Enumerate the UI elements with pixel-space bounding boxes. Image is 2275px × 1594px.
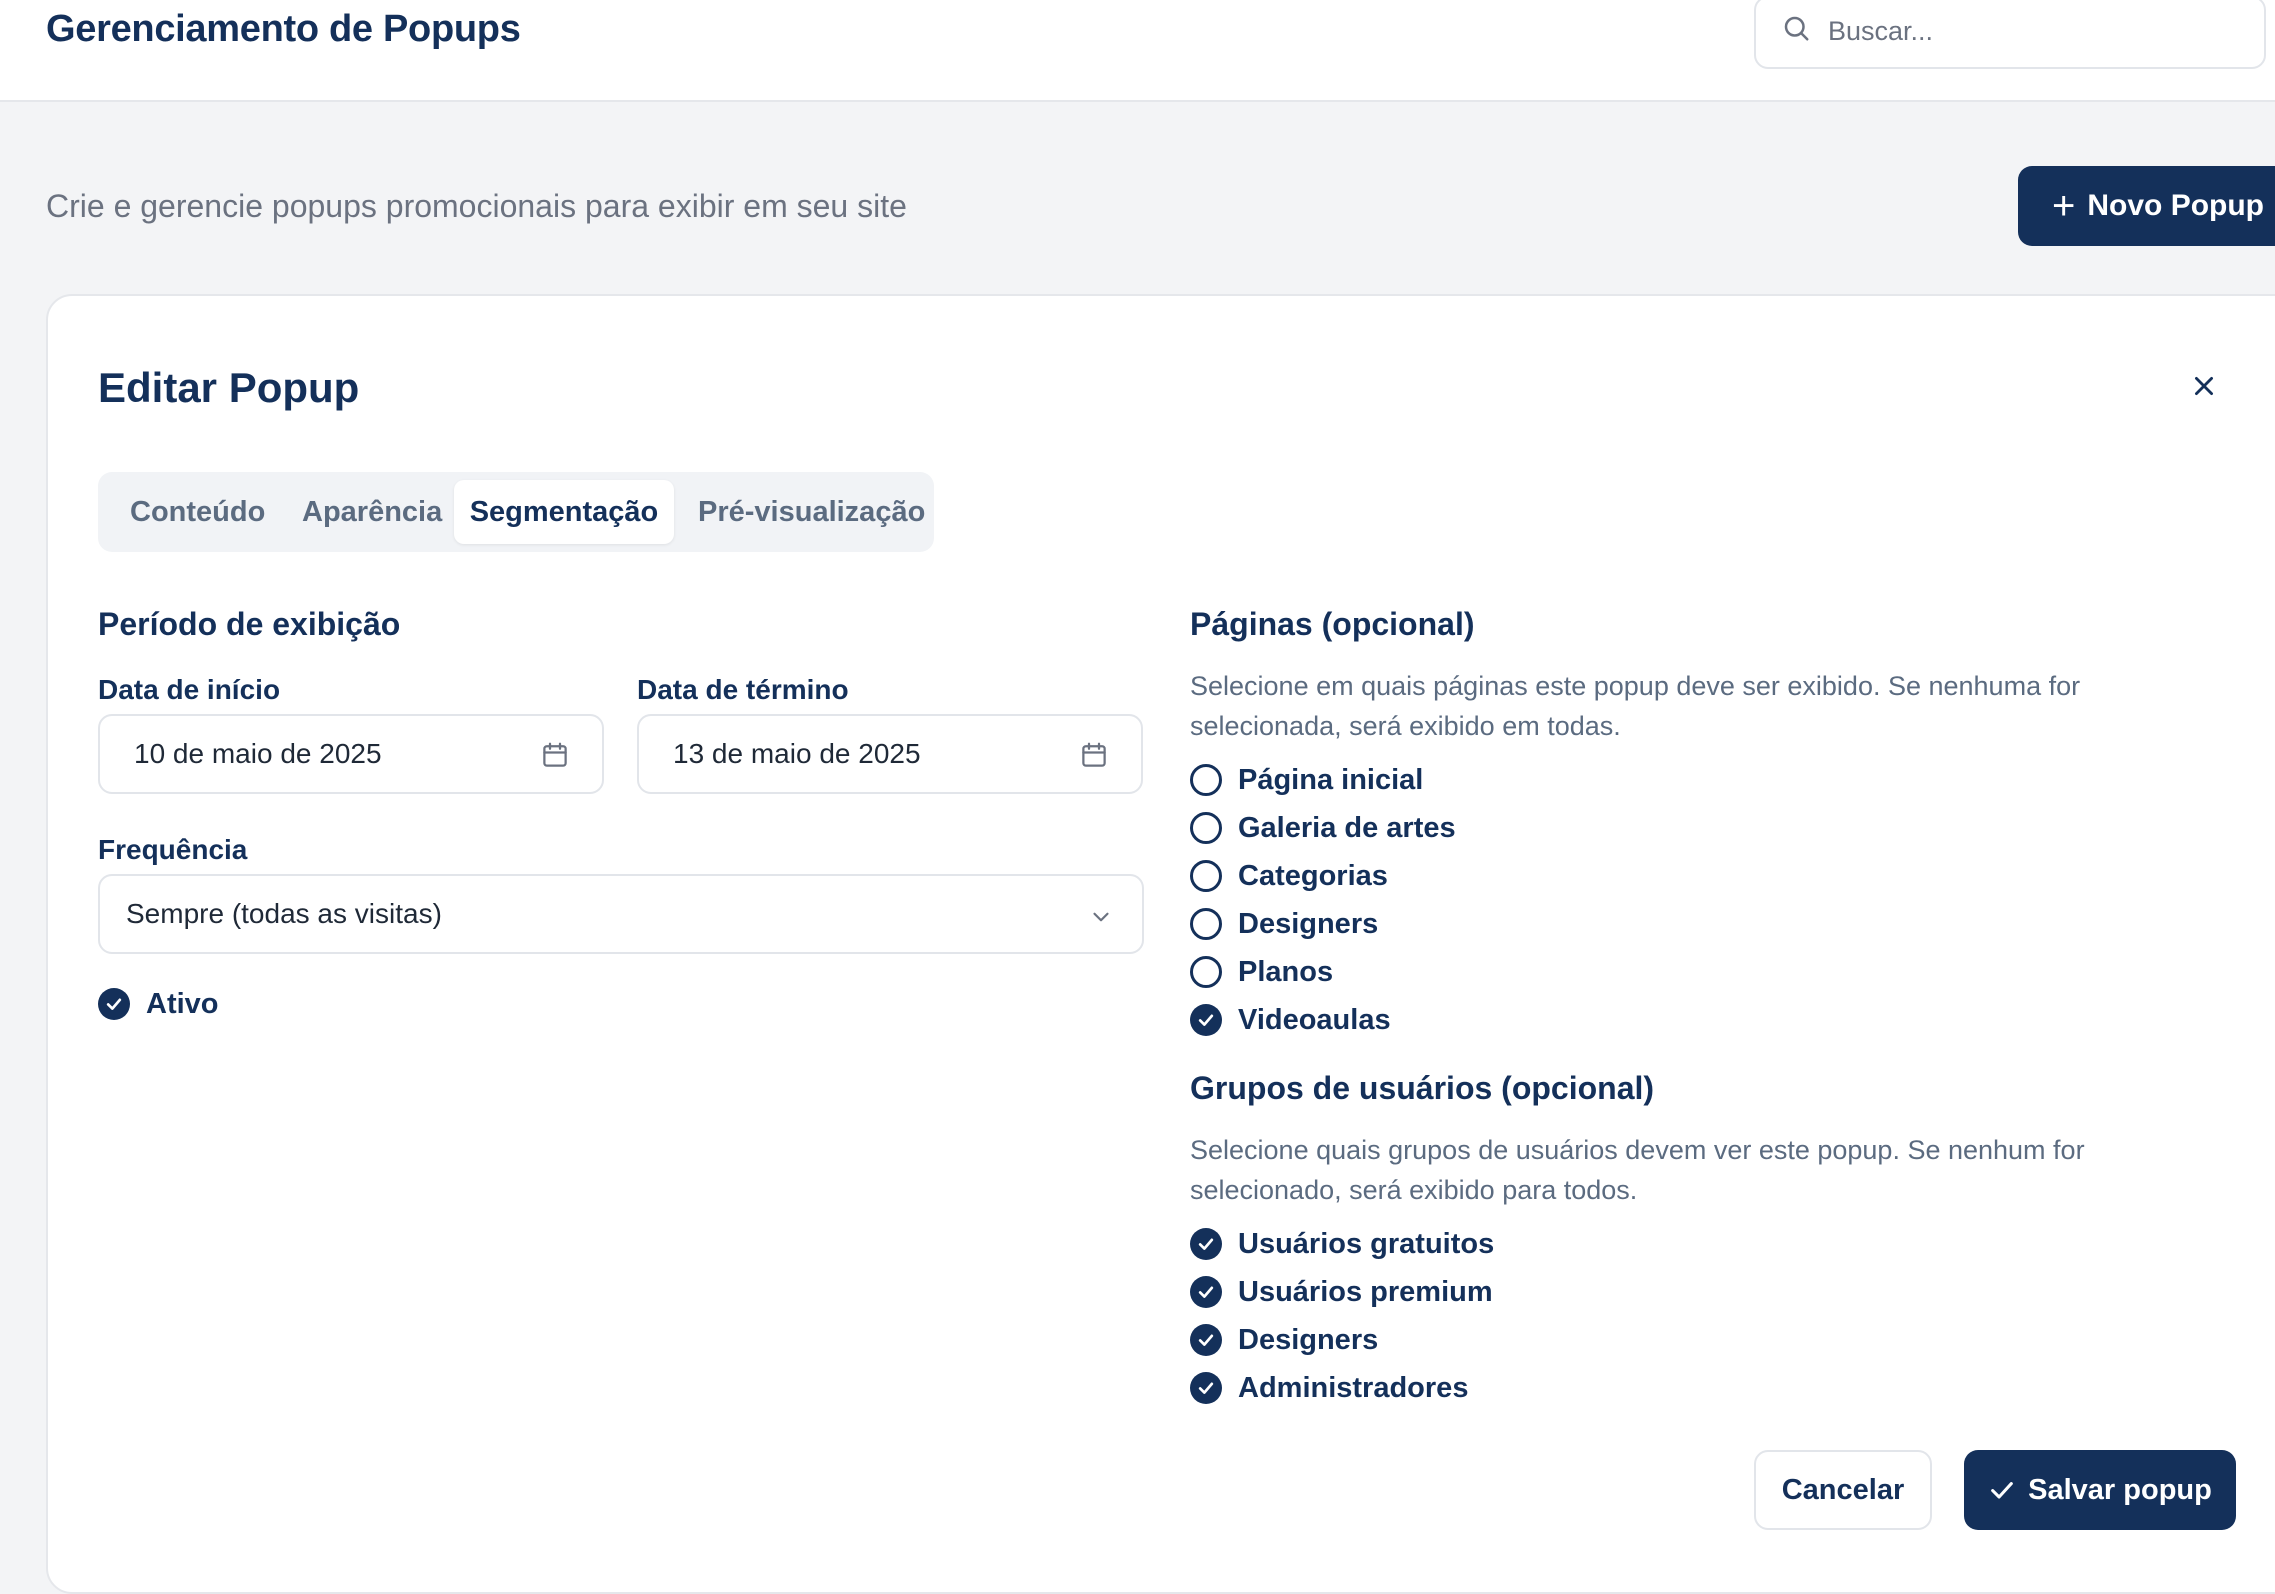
- group-option-label: Usuários premium: [1238, 1275, 1493, 1308]
- unchecked-circle-icon: [1190, 956, 1222, 988]
- page-option-label: Videoaulas: [1238, 1003, 1391, 1036]
- page-description: Crie e gerencie popups promocionais para…: [46, 188, 907, 224]
- page-option-categorias[interactable]: Categorias: [1190, 858, 1388, 894]
- group-option-administradores[interactable]: Administradores: [1190, 1370, 1468, 1406]
- page-option-videoaulas[interactable]: Videoaulas: [1190, 1002, 1391, 1038]
- active-checkbox[interactable]: Ativo: [98, 986, 219, 1022]
- group-option-premium[interactable]: Usuários premium: [1190, 1274, 1493, 1310]
- new-popup-button[interactable]: + Novo Popup: [2018, 166, 2275, 246]
- active-label: Ativo: [146, 987, 219, 1020]
- start-date-label: Data de início: [98, 674, 281, 705]
- page-option-label: Planos: [1238, 955, 1334, 988]
- plus-icon: +: [2052, 183, 2076, 228]
- tab-pre-visualizacao[interactable]: Pré-visualização: [698, 480, 925, 544]
- group-option-label: Usuários gratuitos: [1238, 1227, 1495, 1260]
- save-popup-button[interactable]: Salvar popup: [1964, 1450, 2236, 1530]
- page-option-designers[interactable]: Designers: [1190, 906, 1378, 942]
- close-icon: [2195, 377, 2213, 395]
- check-icon: [1190, 1324, 1222, 1356]
- tab-aparencia[interactable]: Aparência: [302, 480, 442, 544]
- start-date-input[interactable]: 10 de maio de 2025: [98, 714, 604, 794]
- page-option-label: Categorias: [1238, 859, 1388, 892]
- tab-bar: Conteúdo Aparência Segmentação Pré-visua…: [98, 472, 934, 552]
- frequency-value: Sempre (todas as visitas): [126, 898, 442, 929]
- new-popup-label: Novo Popup: [2087, 188, 2265, 222]
- search-box[interactable]: [1754, 0, 2266, 69]
- groups-heading: Grupos de usuários (opcional): [1190, 1070, 1655, 1106]
- check-icon: [1190, 1372, 1222, 1404]
- page-title: Gerenciamento de Popups: [46, 8, 521, 50]
- group-option-gratuitos[interactable]: Usuários gratuitos: [1190, 1226, 1494, 1262]
- frequency-label: Frequência: [98, 834, 248, 865]
- unchecked-circle-icon: [1190, 908, 1222, 940]
- tab-conteudo[interactable]: Conteúdo: [130, 480, 265, 544]
- search-input[interactable]: [1828, 8, 2248, 54]
- calendar-icon: [543, 742, 567, 767]
- check-icon: [1991, 1482, 2013, 1499]
- unchecked-circle-icon: [1190, 812, 1222, 844]
- panel-title: Editar Popup: [98, 364, 360, 411]
- page-option-label: Galeria de artes: [1238, 811, 1456, 844]
- edit-popup-panel: Editar Popup Conteúdo Aparência Segmenta…: [46, 294, 2275, 1594]
- groups-help-text: Selecione quais grupos de usuários devem…: [1190, 1135, 2085, 1205]
- start-date-value: 10 de maio de 2025: [134, 738, 382, 769]
- top-bar: Gerenciamento de Popups: [0, 0, 2275, 102]
- search-icon: [1784, 16, 1809, 41]
- check-icon: [1190, 1004, 1222, 1036]
- page-option-planos[interactable]: Planos: [1190, 954, 1333, 990]
- group-option-designers[interactable]: Designers: [1190, 1322, 1378, 1358]
- close-button[interactable]: [2178, 360, 2230, 412]
- period-heading: Período de exibição: [98, 606, 401, 642]
- check-icon: [98, 988, 130, 1020]
- calendar-icon: [1082, 742, 1106, 767]
- page-option-label: Designers: [1238, 907, 1379, 940]
- page-option-label: Página inicial: [1238, 763, 1424, 796]
- end-date-label: Data de término: [637, 674, 849, 705]
- cancel-button[interactable]: Cancelar: [1754, 1450, 1932, 1530]
- group-option-label: Designers: [1238, 1323, 1379, 1356]
- check-icon: [1190, 1276, 1222, 1308]
- tab-segmentacao[interactable]: Segmentação: [454, 480, 674, 544]
- end-date-input[interactable]: 13 de maio de 2025: [637, 714, 1143, 794]
- unchecked-circle-icon: [1190, 764, 1222, 796]
- unchecked-circle-icon: [1190, 860, 1222, 892]
- check-icon: [1190, 1228, 1222, 1260]
- group-option-label: Administradores: [1238, 1371, 1469, 1404]
- chevron-down-icon: [1093, 912, 1109, 922]
- page-option-pagina-inicial[interactable]: Página inicial: [1190, 762, 1423, 798]
- pages-help-text: Selecione em quais páginas este popup de…: [1190, 671, 2081, 741]
- end-date-value: 13 de maio de 2025: [673, 738, 921, 769]
- frequency-select[interactable]: Sempre (todas as visitas): [98, 874, 1144, 954]
- pages-heading: Páginas (opcional): [1190, 606, 1475, 642]
- save-popup-label: Salvar popup: [2028, 1473, 2212, 1506]
- page-option-galeria[interactable]: Galeria de artes: [1190, 810, 1456, 846]
